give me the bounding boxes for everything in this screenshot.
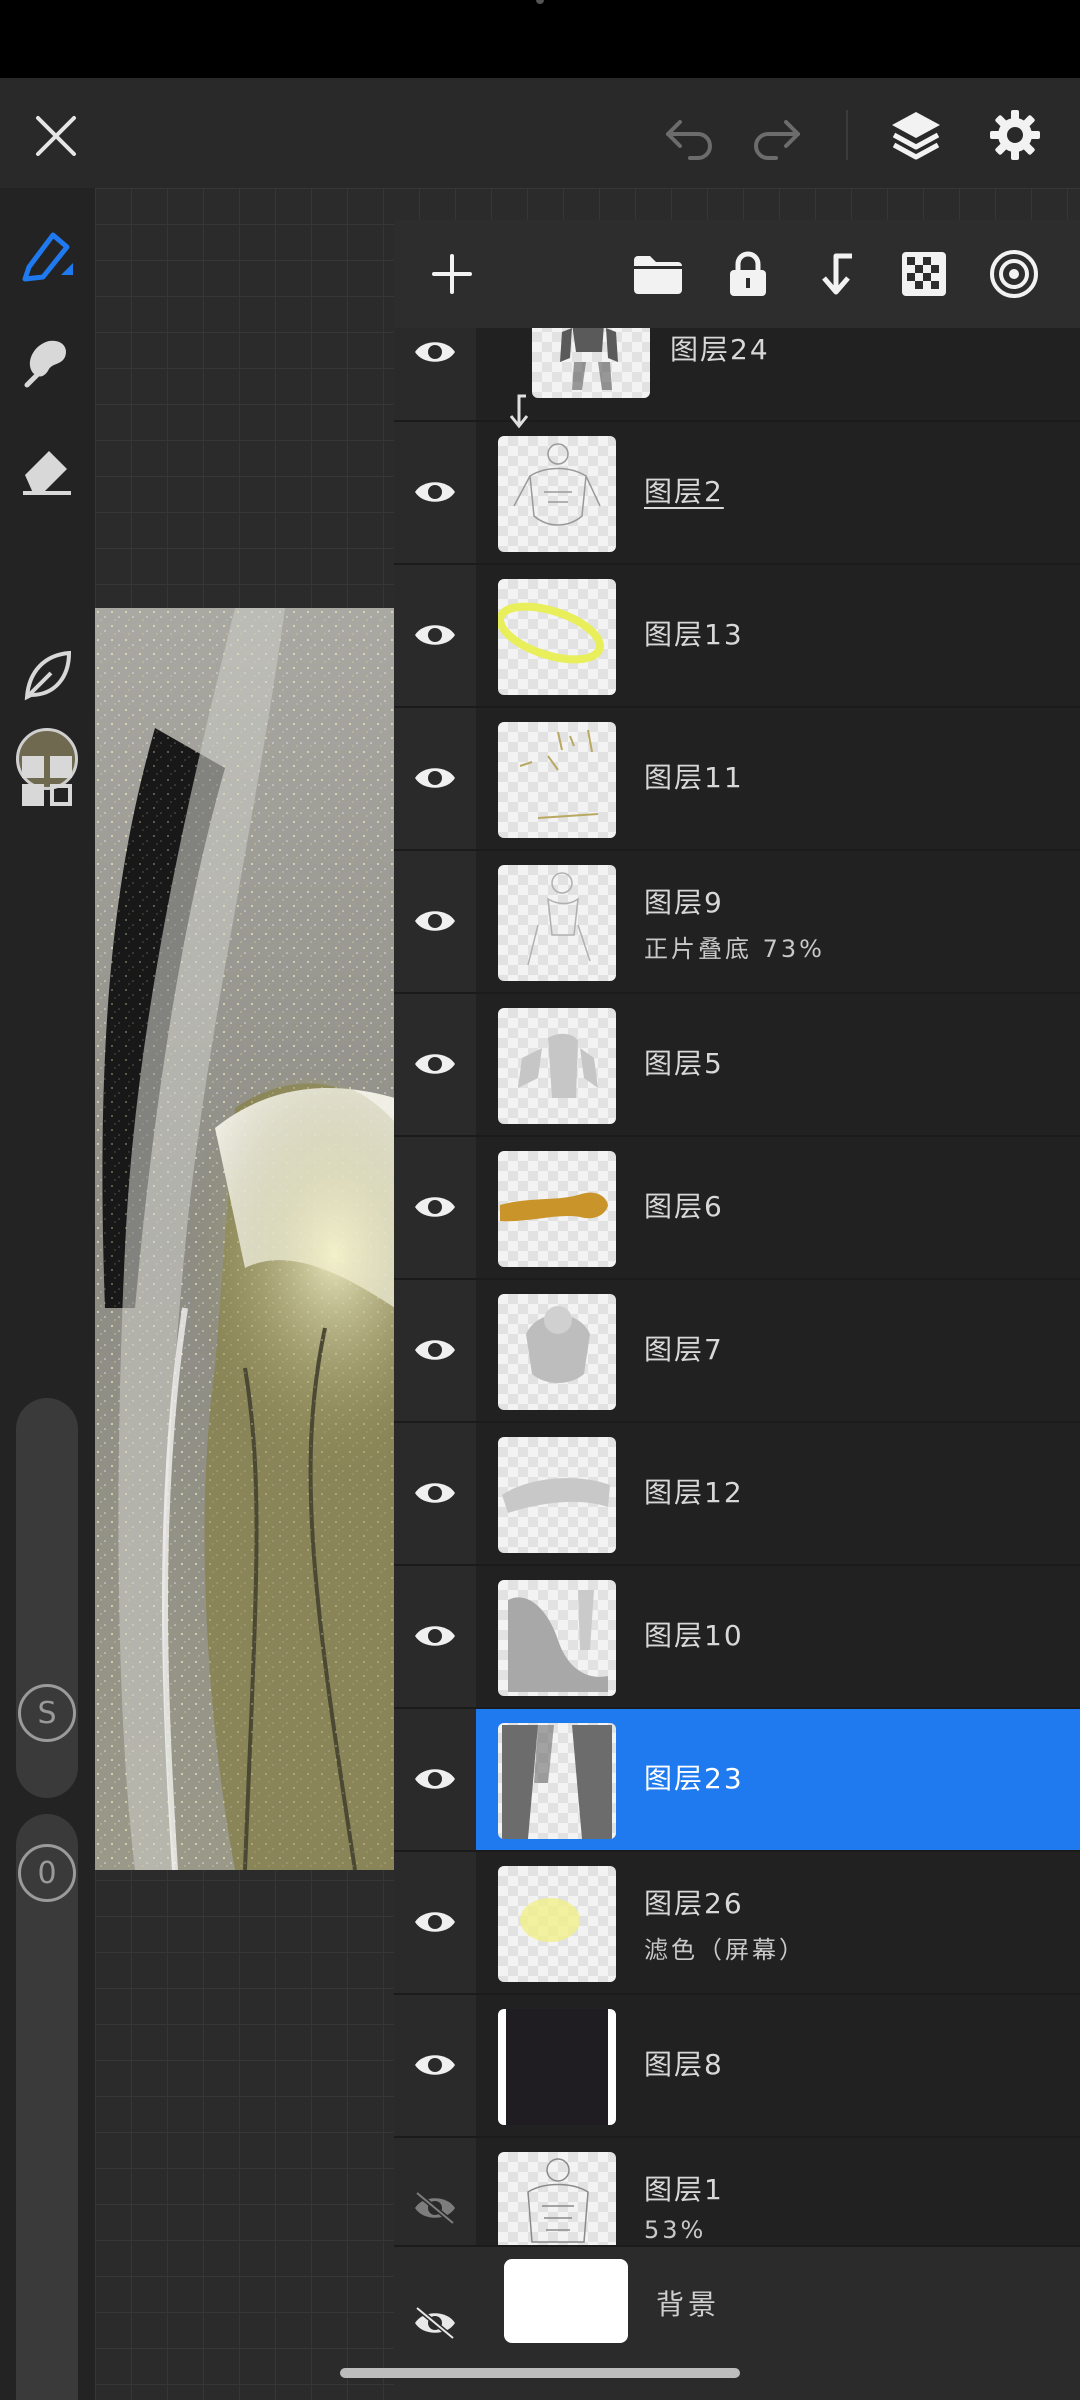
layer-opacity: 53%	[644, 2216, 707, 2244]
layers-icon[interactable]	[884, 100, 948, 170]
grid-icon[interactable]	[14, 748, 80, 814]
camera-dot	[536, 0, 544, 4]
eye-icon[interactable]	[408, 1614, 462, 1658]
layer-thumbnail	[498, 1580, 616, 1696]
layer-row[interactable]: 图层7	[394, 1280, 1080, 1423]
layer-name: 图层11	[644, 761, 744, 794]
layer-thumbnail	[498, 1437, 616, 1553]
layer-row[interactable]: 图层9 正片叠底 73%	[394, 851, 1080, 994]
layer-name: 图层23	[644, 1762, 744, 1795]
layers-panel-header	[394, 220, 1080, 328]
layer-row[interactable]: 图层5	[394, 994, 1080, 1137]
smudge-icon[interactable]	[14, 328, 80, 394]
layer-row[interactable]: 图层8	[394, 1995, 1080, 2138]
eye-icon[interactable]	[408, 613, 462, 657]
layer-name: 图层9	[644, 886, 724, 919]
home-indicator[interactable]	[340, 2368, 740, 2378]
layer-name: 图层8	[644, 2048, 724, 2081]
layer-row-selected[interactable]: 图层23	[394, 1709, 1080, 1852]
left-toolbar: S 0	[0, 188, 95, 2400]
eye-icon[interactable]	[408, 470, 462, 514]
eye-icon[interactable]	[408, 1328, 462, 1372]
layer-row[interactable]: 图层10	[394, 1566, 1080, 1709]
leaf-icon[interactable]	[14, 642, 80, 708]
plus-icon[interactable]	[424, 246, 480, 302]
layer-blend-mode: 滤色（屏幕）	[644, 1936, 806, 1964]
status-bar	[0, 0, 1080, 78]
eye-icon[interactable]	[408, 756, 462, 800]
layer-thumbnail	[498, 2009, 616, 2125]
layer-thumbnail	[498, 1723, 616, 1839]
layer-thumbnail	[498, 1866, 616, 1982]
redo-icon[interactable]	[746, 104, 810, 168]
layer-blend-mode: 正片叠底 73%	[644, 935, 825, 963]
layer-name: 图层7	[644, 1333, 724, 1366]
layer-list[interactable]: 图层24 图层2 图层13 图层11 图层9 正片叠底 73% 图层5 图层6 …	[394, 328, 1080, 2400]
layer-name: 图层12	[644, 1476, 744, 1509]
layer-row[interactable]: 图层13	[394, 565, 1080, 708]
folder-icon[interactable]	[630, 246, 686, 302]
layer-row[interactable]: 图层12	[394, 1423, 1080, 1566]
layers-panel: 图层24 图层2 图层13 图层11 图层9 正片叠底 73% 图层5 图层6 …	[394, 220, 1080, 2400]
eye-icon[interactable]	[408, 1757, 462, 1801]
layer-thumbnail	[498, 865, 616, 981]
layer-name: 图层6	[644, 1190, 724, 1223]
checker-icon[interactable]	[896, 246, 952, 302]
eye-icon[interactable]	[408, 1471, 462, 1515]
undo-icon[interactable]	[656, 104, 720, 168]
layer-row[interactable]: 图层6	[394, 1137, 1080, 1280]
layer-thumbnail	[498, 436, 616, 552]
layer-row[interactable]: 图层24	[394, 328, 1080, 422]
toolbar-divider	[846, 110, 848, 160]
eye-icon[interactable]	[408, 1042, 462, 1086]
gear-icon[interactable]	[982, 102, 1048, 168]
eraser-icon[interactable]	[14, 436, 80, 502]
layer-name: 背景	[656, 2288, 721, 2321]
close-icon[interactable]	[24, 104, 88, 168]
layer-row[interactable]: 图层11	[394, 708, 1080, 851]
target-icon[interactable]	[986, 246, 1042, 302]
pen-icon[interactable]	[14, 222, 80, 288]
layer-row[interactable]: 图层26 滤色（屏幕）	[394, 1852, 1080, 1995]
eye-icon[interactable]	[408, 330, 462, 374]
lock-icon[interactable]	[720, 246, 776, 302]
layer-thumbnail	[498, 579, 616, 695]
layer-thumbnail	[498, 1008, 616, 1124]
layer-name: 图层26	[644, 1887, 744, 1920]
eye-icon[interactable]	[408, 2043, 462, 2087]
eye-hidden-icon[interactable]	[408, 2301, 462, 2345]
eye-icon[interactable]	[408, 899, 462, 943]
brush-size-knob[interactable]: S	[18, 1684, 76, 1742]
layer-thumbnail	[532, 328, 650, 398]
top-toolbar	[0, 78, 1080, 188]
layer-name: 图层2	[644, 475, 724, 508]
eye-hidden-icon[interactable]	[408, 2186, 462, 2230]
layer-thumbnail	[498, 722, 616, 838]
eye-icon[interactable]	[408, 1185, 462, 1229]
layer-name: 图层10	[644, 1619, 744, 1652]
layer-row[interactable]: 图层2	[394, 422, 1080, 565]
layer-name: 图层24	[670, 333, 770, 366]
layer-thumbnail	[504, 2259, 628, 2343]
clip-arrow-icon[interactable]	[808, 246, 864, 302]
opacity-knob[interactable]: 0	[18, 1844, 76, 1902]
eye-icon[interactable]	[408, 1900, 462, 1944]
layer-name: 图层5	[644, 1047, 724, 1080]
layer-thumbnail	[498, 1151, 616, 1267]
layer-name: 图层13	[644, 618, 744, 651]
artwork-canvas[interactable]	[95, 608, 395, 1870]
layer-name: 图层1	[644, 2173, 724, 2206]
layer-thumbnail	[498, 1294, 616, 1410]
